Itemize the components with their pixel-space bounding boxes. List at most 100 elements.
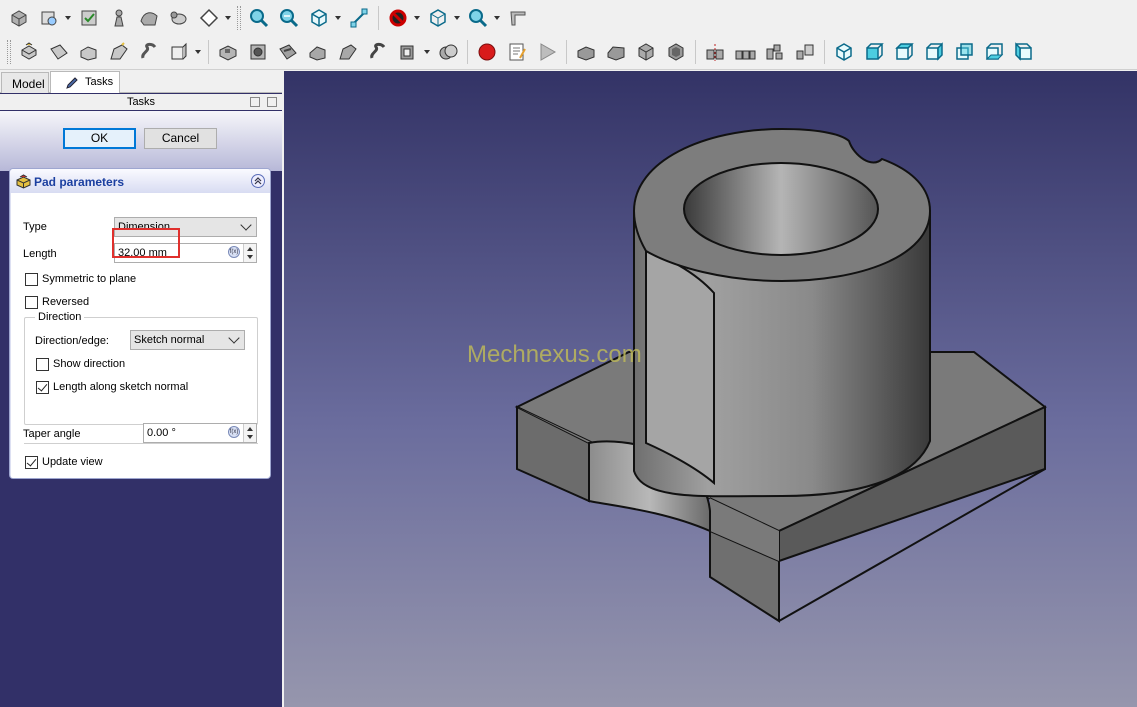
type-label: Type (23, 221, 47, 233)
chevron-down-icon[interactable] (64, 5, 72, 31)
view-right-icon[interactable] (921, 39, 947, 65)
pawn-icon[interactable] (106, 5, 132, 31)
chevron-down-icon[interactable] (493, 5, 501, 31)
taper-angle-value: 0.00 ° (147, 427, 176, 439)
mirrored-icon[interactable] (702, 39, 728, 65)
chamfer-icon[interactable] (603, 39, 629, 65)
toolbar-handle[interactable] (237, 5, 241, 30)
macro-record-icon[interactable] (474, 39, 500, 65)
draft-icon[interactable] (633, 39, 659, 65)
combo-view-panel: Model Tasks Tasks OK Cancel Pad paramete… (0, 71, 282, 707)
linear-pattern-icon[interactable] (732, 39, 758, 65)
along-normal-checkbox[interactable] (36, 381, 49, 394)
groove-icon[interactable] (275, 39, 301, 65)
measure-icon[interactable] (346, 5, 372, 31)
fillet-icon[interactable] (573, 39, 599, 65)
chevron-down-icon (228, 332, 240, 344)
boolean-icon[interactable] (435, 39, 461, 65)
tab-tasks[interactable]: Tasks (50, 71, 120, 93)
hole-icon[interactable] (245, 39, 271, 65)
view-top-icon[interactable] (891, 39, 917, 65)
expression-icon[interactable]: f(x) (228, 246, 240, 258)
view-left-icon[interactable] (1011, 39, 1037, 65)
subtractive-primitive-icon[interactable] (395, 39, 421, 65)
expression-icon[interactable]: f(x) (228, 426, 240, 438)
diamond-sketch-icon[interactable] (196, 5, 222, 31)
symmetric-checkbox[interactable] (25, 273, 38, 286)
shape-binder-icon[interactable] (136, 5, 162, 31)
show-direction-label: Show direction (53, 358, 126, 370)
pad-parameters-header[interactable]: Pad parameters (10, 169, 270, 193)
bounding-box-icon[interactable] (425, 5, 451, 31)
pad-icon (16, 174, 31, 189)
caliper-icon[interactable] (505, 5, 531, 31)
tasks-panel-header: Tasks (0, 94, 282, 110)
part-icon[interactable] (6, 5, 32, 31)
additive-helix-icon[interactable] (136, 39, 162, 65)
no-draw-style-icon[interactable] (385, 5, 411, 31)
polar-pattern-icon[interactable] (762, 39, 788, 65)
separator (695, 40, 696, 64)
additive-primitive-icon[interactable] (166, 39, 192, 65)
chevron-down-icon[interactable] (413, 5, 421, 31)
ok-button[interactable]: OK (63, 128, 136, 149)
view-isometric-icon[interactable] (831, 39, 857, 65)
multi-transform-icon[interactable] (792, 39, 818, 65)
thickness-icon[interactable] (663, 39, 689, 65)
tab-tasks-label: Tasks (85, 76, 114, 88)
revolution-icon[interactable] (46, 39, 72, 65)
check-geometry-icon[interactable] (76, 5, 102, 31)
spin-buttons[interactable] (243, 244, 256, 262)
tab-model[interactable]: Model (1, 72, 49, 93)
panel-title: Tasks (126, 96, 156, 108)
pocket-icon[interactable] (215, 39, 241, 65)
minimize-icon[interactable] (250, 97, 260, 107)
subtractive-pipe-icon[interactable] (335, 39, 361, 65)
pad-icon[interactable] (16, 39, 42, 65)
along-normal-label: Length along sketch normal (53, 381, 189, 393)
view-front-icon[interactable] (861, 39, 887, 65)
additive-pipe-icon[interactable] (106, 39, 132, 65)
clone-icon[interactable] (36, 5, 62, 31)
taper-angle-input[interactable]: 0.00 ° f(x) (143, 423, 257, 443)
chevron-down-icon[interactable] (224, 5, 232, 31)
show-direction-checkbox[interactable] (36, 358, 49, 371)
pad-parameters-panel: Pad parameters Type Dimension Length 32.… (9, 168, 271, 479)
direction-edge-combo[interactable]: Sketch normal (130, 330, 245, 350)
pencil-icon (66, 77, 78, 89)
3d-viewport[interactable]: Mechnexus.com (284, 71, 1137, 707)
separator (467, 40, 468, 64)
subtractive-helix-icon[interactable] (365, 39, 391, 65)
subtractive-loft-icon[interactable] (305, 39, 331, 65)
combo-view-tab-bar: Model Tasks (0, 71, 282, 93)
macro-execute-icon[interactable] (534, 39, 560, 65)
zoom-dropdown-icon[interactable] (465, 5, 491, 31)
toolbar-part-design (0, 35, 1137, 70)
separator (378, 5, 379, 30)
spin-buttons[interactable] (243, 424, 256, 442)
view-rear-icon[interactable] (951, 39, 977, 65)
toolbar-handle[interactable] (7, 40, 11, 64)
zoom-fit-icon[interactable] (246, 5, 272, 31)
update-view-label: Update view (42, 456, 103, 468)
view-isometric-icon[interactable] (306, 5, 332, 31)
additive-loft-icon[interactable] (76, 39, 102, 65)
symmetric-label: Symmetric to plane (42, 273, 137, 285)
update-view-checkbox[interactable] (25, 456, 38, 469)
reversed-checkbox[interactable] (25, 296, 38, 309)
macro-edit-icon[interactable] (504, 39, 530, 65)
panel-title: Pad parameters (34, 175, 125, 189)
direction-edge-value: Sketch normal (134, 334, 205, 346)
sheep-icon[interactable] (166, 5, 192, 31)
zoom-selection-icon[interactable] (276, 5, 302, 31)
separator (824, 40, 825, 64)
chevron-down-icon[interactable] (423, 39, 431, 65)
view-bottom-icon[interactable] (981, 39, 1007, 65)
cancel-button[interactable]: Cancel (144, 128, 217, 149)
chevron-down-icon[interactable] (194, 39, 202, 65)
chevron-down-icon[interactable] (334, 5, 342, 31)
float-panel-icon[interactable] (267, 97, 277, 107)
separator (208, 40, 209, 64)
chevron-down-icon[interactable] (453, 5, 461, 31)
collapse-icon[interactable] (251, 174, 265, 188)
